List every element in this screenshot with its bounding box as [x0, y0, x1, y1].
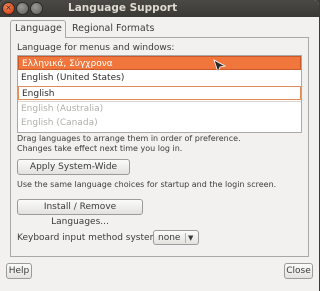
- window-title: Language Support: [68, 2, 178, 14]
- language-heading: Language for menus and windows:: [17, 43, 175, 53]
- language-support-window: × Language Support Language Regional For…: [0, 0, 319, 291]
- apply-system-wide-button[interactable]: Apply System-Wide: [17, 159, 130, 175]
- language-item-english-canada[interactable]: English (Canada): [18, 116, 301, 130]
- window-minimize-button[interactable]: [17, 3, 28, 14]
- language-item-greek[interactable]: Ελληνικά, Σύγχρονα: [18, 56, 301, 70]
- tab-language[interactable]: Language: [10, 20, 66, 38]
- chevron-down-icon: ▼: [188, 234, 194, 242]
- keyboard-input-value: none: [158, 233, 181, 243]
- drag-hint-line2: Changes take effect next time you log in…: [17, 144, 183, 153]
- keyboard-input-method-select[interactable]: none ▼: [153, 230, 199, 245]
- window-close-button[interactable]: ×: [3, 3, 14, 14]
- keyboard-input-label: Keyboard input method system:: [17, 233, 162, 243]
- help-button[interactable]: Help: [6, 263, 32, 279]
- close-icon: ×: [5, 3, 12, 12]
- language-item-english-us[interactable]: English (United States): [18, 71, 301, 85]
- title-bar: × Language Support: [0, 0, 319, 17]
- tab-regional-formats[interactable]: Regional Formats: [68, 21, 158, 37]
- install-remove-languages-button[interactable]: Install / Remove Languages...: [17, 199, 143, 227]
- combo-divider: [185, 233, 186, 243]
- mouse-pointer-icon: [213, 59, 227, 74]
- language-item-english[interactable]: English: [18, 86, 301, 100]
- language-list[interactable]: Ελληνικά, Σύγχρονα English (United State…: [17, 55, 302, 133]
- apply-hint: Use the same language choices for startu…: [17, 180, 277, 189]
- language-item-english-australia[interactable]: English (Australia): [18, 101, 301, 115]
- close-button[interactable]: Close: [284, 263, 313, 279]
- window-maximize-button[interactable]: [31, 3, 42, 14]
- drag-hint-line1: Drag languages to arrange them in order …: [17, 134, 241, 143]
